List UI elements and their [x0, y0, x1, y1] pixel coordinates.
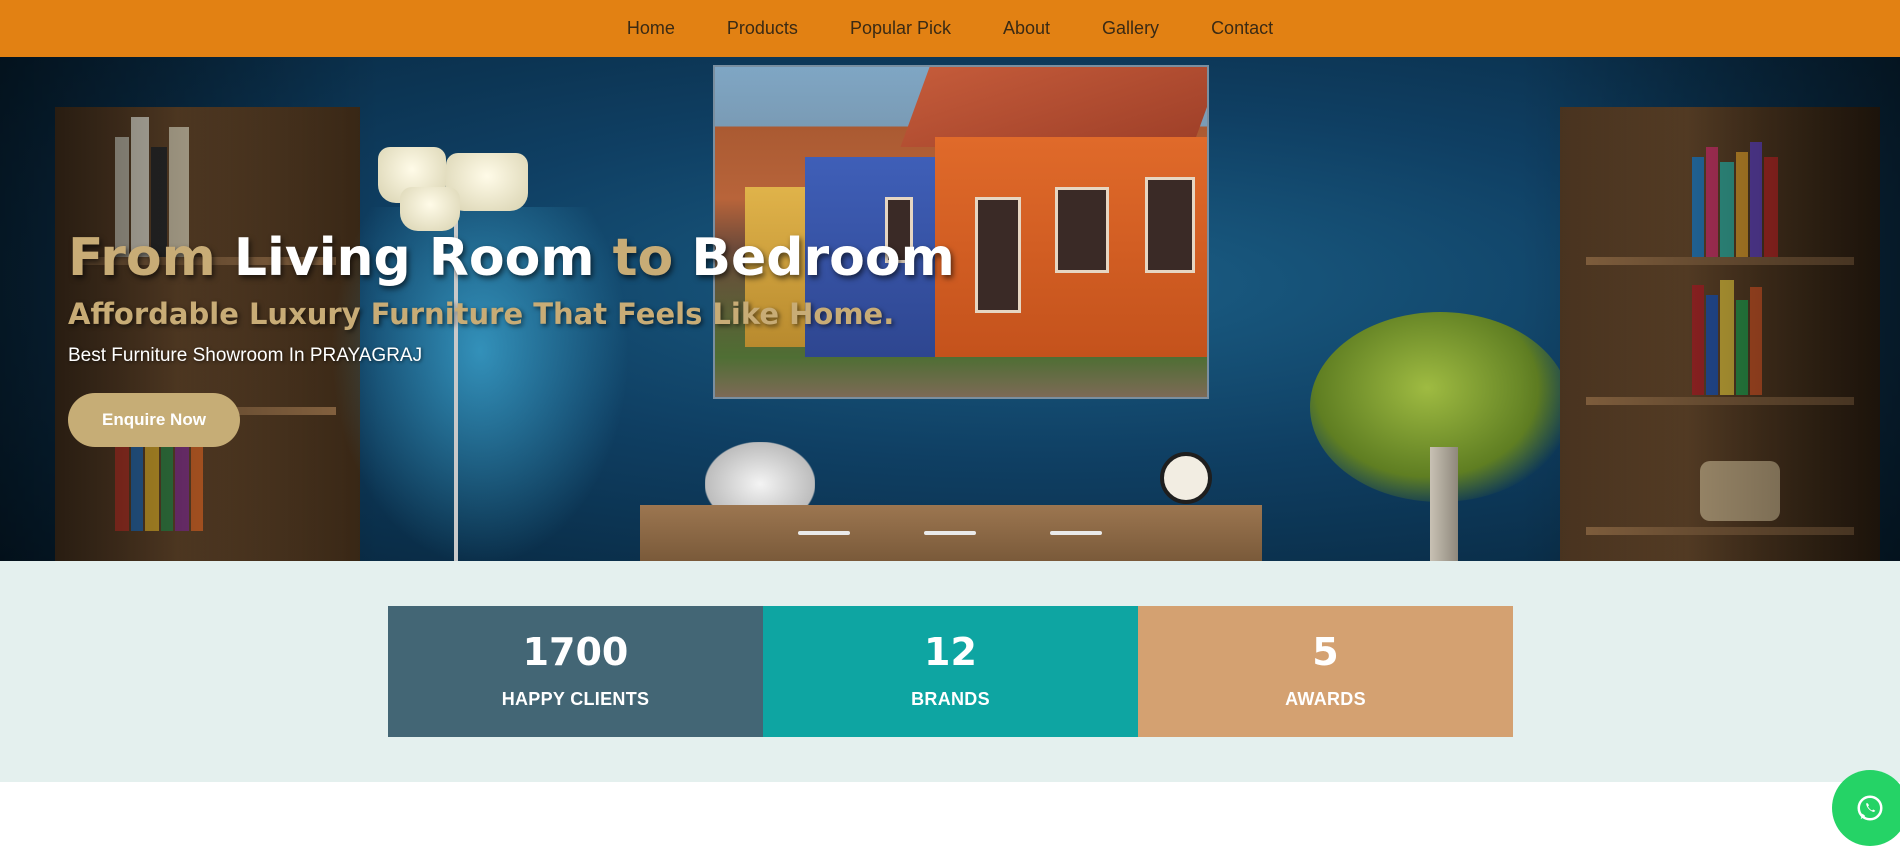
nav-contact-link[interactable]: Contact — [1211, 18, 1273, 39]
nav-gallery-link[interactable]: Gallery — [1102, 18, 1159, 39]
hero-subheadline: Affordable Luxury Furniture That Feels L… — [68, 297, 895, 332]
hero-banner: From Living Room to Bedroom Affordable L… — [0, 57, 1900, 561]
hero-tagline: Best Furniture Showroom In PRAYAGRAJ — [68, 345, 423, 367]
stat-value: 5 — [1312, 630, 1339, 674]
headline-living-room: Living Room — [233, 228, 595, 288]
stat-label: AWARDS — [1285, 689, 1366, 709]
stat-brands: 12 BRANDS — [763, 606, 1138, 737]
headline-from: From — [68, 228, 216, 288]
nav-home-link[interactable]: Home — [627, 18, 675, 39]
hero-headline: From Living Room to Bedroom — [68, 227, 955, 289]
nav-about-link[interactable]: About — [1003, 18, 1050, 39]
whatsapp-chat-button[interactable] — [1832, 770, 1900, 846]
stat-value: 1700 — [522, 630, 629, 674]
top-navigation: Home Products Popular Pick About Gallery… — [0, 0, 1900, 57]
stat-label: BRANDS — [911, 689, 990, 709]
hero-text-block: From Living Room to Bedroom Affordable L… — [68, 227, 955, 448]
headline-bedroom: Bedroom — [691, 228, 955, 288]
nav-products-link[interactable]: Products — [727, 18, 798, 39]
enquire-now-button[interactable]: Enquire Now — [68, 393, 240, 448]
headline-to: to — [612, 228, 674, 288]
stats-section: 1700 HAPPY CLIENTS 12 BRANDS 5 AWARDS — [0, 561, 1900, 782]
stat-value: 12 — [924, 630, 977, 674]
stat-label: HAPPY CLIENTS — [501, 689, 650, 709]
stats-row: 1700 HAPPY CLIENTS 12 BRANDS 5 AWARDS — [388, 606, 1513, 737]
nav-popular-pick-link[interactable]: Popular Pick — [850, 18, 951, 39]
stat-happy-clients: 1700 HAPPY CLIENTS — [388, 606, 763, 737]
stat-awards: 5 AWARDS — [1138, 606, 1513, 737]
whatsapp-icon — [1857, 795, 1883, 821]
